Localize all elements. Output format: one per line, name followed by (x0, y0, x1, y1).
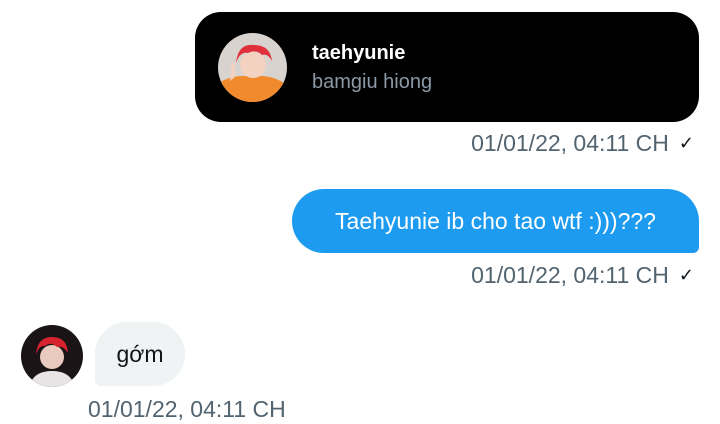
outgoing-message-bubble[interactable]: Taehyunie ib cho tao wtf :)))??? (292, 189, 699, 253)
sender-avatar[interactable] (21, 325, 83, 387)
shared-profile-card[interactable]: taehyunie bamgiu hiong (195, 12, 699, 122)
timestamp-text: 01/01/22, 04:11 CH (88, 396, 286, 422)
check-icon: ✓ (678, 265, 694, 285)
timestamp-text: 01/01/22, 04:11 CH (471, 262, 669, 288)
message-text: Taehyunie ib cho tao wtf :)))??? (335, 208, 656, 234)
message-timestamp: 01/01/22, 04:11 CH ✓ (471, 130, 694, 157)
message-timestamp: 01/01/22, 04:11 CH ✓ (471, 262, 694, 289)
message-timestamp: 01/01/22, 04:11 CH (88, 396, 286, 423)
avatar-image (218, 33, 287, 102)
check-icon: ✓ (678, 133, 694, 153)
incoming-message-bubble[interactable]: gớm (95, 322, 185, 386)
timestamp-text: 01/01/22, 04:11 CH (471, 130, 669, 156)
profile-handle: bamgiu hiong (312, 71, 433, 93)
profile-avatar[interactable] (218, 33, 287, 102)
avatar-image (21, 325, 83, 387)
message-text: gớm (116, 341, 164, 367)
profile-name: taehyunie (312, 42, 406, 64)
